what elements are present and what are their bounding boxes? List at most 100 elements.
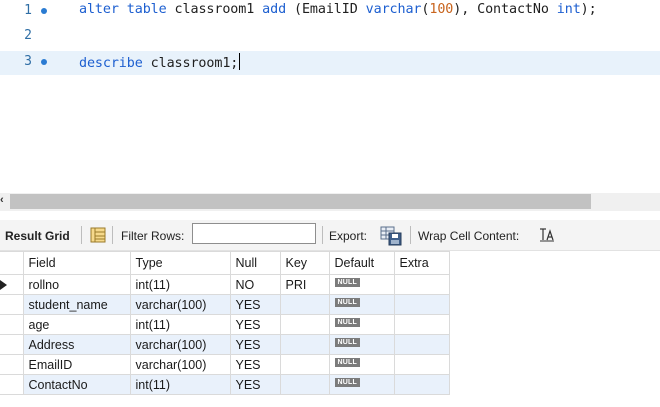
code-text[interactable]: alter table classroom1 add (EmailID varc… bbox=[79, 2, 597, 17]
cell-field[interactable]: rollno bbox=[22, 274, 131, 295]
form-editor-icon[interactable] bbox=[89, 226, 107, 247]
export-icon[interactable] bbox=[380, 226, 402, 249]
row-header[interactable] bbox=[0, 354, 24, 375]
table-row[interactable]: student_name varchar(100) YES NULL bbox=[0, 294, 450, 315]
cell-type[interactable]: varchar(100) bbox=[129, 354, 231, 375]
column-header-key[interactable]: Key bbox=[279, 251, 330, 275]
sql-editor[interactable]: 1 alter table classroom1 add (EmailID va… bbox=[0, 0, 660, 190]
code-token: classroom1; bbox=[142, 56, 239, 71]
cell-default[interactable]: NULL bbox=[328, 294, 395, 315]
result-grid-tab[interactable]: Result Grid bbox=[5, 229, 70, 243]
cell-field[interactable]: student_name bbox=[22, 294, 131, 315]
cell-default[interactable]: NULL bbox=[328, 314, 395, 335]
null-badge: NULL bbox=[334, 337, 360, 347]
filter-rows-input[interactable] bbox=[192, 223, 316, 244]
code-keyword: alter bbox=[79, 2, 119, 17]
row-header[interactable] bbox=[0, 294, 24, 315]
row-header[interactable] bbox=[0, 314, 24, 335]
code-keyword: describe bbox=[79, 56, 143, 71]
cell-type[interactable]: varchar(100) bbox=[129, 334, 231, 355]
scroll-left-icon[interactable]: ‹ bbox=[0, 194, 4, 206]
wrap-text-icon[interactable] bbox=[539, 228, 555, 245]
toolbar-divider bbox=[322, 226, 323, 244]
cell-key[interactable] bbox=[279, 314, 330, 335]
cell-field[interactable]: EmailID bbox=[22, 354, 131, 375]
cell-key[interactable] bbox=[279, 354, 330, 375]
code-token: classroom1 bbox=[166, 2, 263, 17]
table-row[interactable]: Address varchar(100) YES NULL bbox=[0, 334, 450, 355]
line-number: 1 bbox=[24, 3, 32, 18]
cell-null[interactable]: YES bbox=[229, 354, 281, 375]
cell-key[interactable] bbox=[279, 334, 330, 355]
null-badge: NULL bbox=[334, 357, 360, 367]
export-label: Export: bbox=[329, 229, 368, 243]
code-token: ), ContactNo bbox=[453, 2, 557, 17]
code-token: ); bbox=[580, 2, 597, 17]
row-header[interactable] bbox=[0, 334, 24, 355]
editor-line-1[interactable]: 1 alter table classroom1 add (EmailID va… bbox=[0, 0, 660, 24]
cell-default[interactable]: NULL bbox=[328, 274, 395, 295]
toolbar-divider bbox=[410, 226, 411, 244]
statement-dot-icon bbox=[41, 8, 47, 14]
code-keyword: varchar bbox=[365, 2, 422, 17]
null-badge: NULL bbox=[334, 377, 360, 387]
editor-line-2[interactable]: 2 bbox=[0, 25, 660, 49]
code-number: 100 bbox=[429, 2, 454, 17]
row-header[interactable] bbox=[0, 274, 24, 295]
cell-type[interactable]: int(11) bbox=[129, 314, 231, 335]
result-grid[interactable]: Field Type Null Key Default Extra rollno… bbox=[0, 251, 450, 395]
cell-key[interactable] bbox=[279, 374, 330, 395]
cell-default[interactable]: NULL bbox=[328, 374, 395, 395]
column-header-extra[interactable]: Extra bbox=[393, 251, 450, 275]
cell-field[interactable]: ContactNo bbox=[22, 374, 131, 395]
cell-extra[interactable] bbox=[393, 334, 450, 355]
table-row[interactable]: age int(11) YES NULL bbox=[0, 314, 450, 335]
row-pointer-icon bbox=[0, 279, 7, 290]
row-header[interactable] bbox=[0, 374, 24, 395]
cell-type[interactable]: varchar(100) bbox=[129, 294, 231, 315]
wrap-cell-content-label: Wrap Cell Content: bbox=[418, 229, 520, 243]
cell-key[interactable] bbox=[279, 294, 330, 315]
code-keyword: int bbox=[556, 2, 581, 17]
cell-null[interactable]: YES bbox=[229, 334, 281, 355]
column-header-type[interactable]: Type bbox=[129, 251, 231, 275]
cell-default[interactable]: NULL bbox=[328, 354, 395, 375]
toolbar-divider bbox=[112, 226, 113, 244]
cell-default[interactable]: NULL bbox=[328, 334, 395, 355]
table-row[interactable]: EmailID varchar(100) YES NULL bbox=[0, 354, 450, 375]
cell-key[interactable]: PRI bbox=[279, 274, 330, 295]
cell-field[interactable]: age bbox=[22, 314, 131, 335]
toolbar-divider bbox=[81, 226, 82, 244]
filter-rows-label: Filter Rows: bbox=[121, 229, 185, 243]
cell-extra[interactable] bbox=[393, 274, 450, 295]
cell-extra[interactable] bbox=[393, 314, 450, 335]
code-token: (EmailID bbox=[286, 2, 366, 17]
horizontal-scrollbar[interactable]: ‹ bbox=[0, 193, 660, 211]
cell-extra[interactable] bbox=[393, 374, 450, 395]
cell-null[interactable]: YES bbox=[229, 374, 281, 395]
column-header-null[interactable]: Null bbox=[229, 251, 281, 275]
row-header-gutter bbox=[0, 251, 24, 275]
scrollbar-thumb[interactable] bbox=[10, 194, 591, 209]
cell-type[interactable]: int(11) bbox=[129, 274, 231, 295]
table-row[interactable]: rollno int(11) NO PRI NULL bbox=[0, 274, 450, 295]
cell-type[interactable]: int(11) bbox=[129, 374, 231, 395]
editor-line-3[interactable]: 3 describe classroom1; bbox=[0, 51, 660, 75]
column-header-field[interactable]: Field bbox=[22, 251, 131, 275]
cell-extra[interactable] bbox=[393, 294, 450, 315]
null-badge: NULL bbox=[334, 277, 360, 287]
null-badge: NULL bbox=[334, 317, 360, 327]
cell-null[interactable]: NO bbox=[229, 274, 281, 295]
cell-extra[interactable] bbox=[393, 354, 450, 375]
statement-dot-icon bbox=[41, 59, 47, 65]
cell-null[interactable]: YES bbox=[229, 314, 281, 335]
table-row[interactable]: ContactNo int(11) YES NULL bbox=[0, 374, 450, 395]
line-number: 3 bbox=[24, 54, 32, 69]
cell-null[interactable]: YES bbox=[229, 294, 281, 315]
code-text[interactable]: describe classroom1; bbox=[79, 53, 241, 71]
cell-field[interactable]: Address bbox=[22, 334, 131, 355]
code-keyword: table bbox=[126, 2, 167, 17]
column-header-default[interactable]: Default bbox=[328, 251, 395, 275]
result-toolbar: Result Grid Filter Rows: Export: Wrap Ce… bbox=[0, 220, 660, 251]
